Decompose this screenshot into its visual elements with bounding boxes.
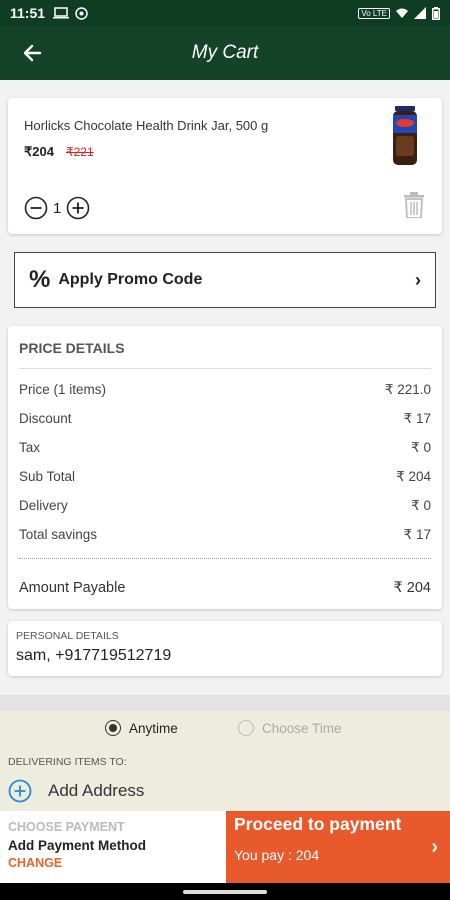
plus-icon[interactable] <box>66 196 90 220</box>
quantity-value: 1 <box>53 199 62 217</box>
price-row-value: ₹ 0 <box>411 440 431 455</box>
radio-anytime-label: Anytime <box>129 720 178 736</box>
dotted-divider <box>19 558 431 559</box>
delivering-items-label: DELIVERING ITEMS TO: <box>8 756 127 768</box>
promo-label: Apply Promo Code <box>58 271 203 288</box>
home-indicator[interactable] <box>183 890 267 894</box>
product-name[interactable]: Horlicks Chocolate Health Drink Jar, 500… <box>24 118 268 133</box>
add-address-label: Add Address <box>48 781 145 800</box>
chevron-right-icon: › <box>431 836 438 858</box>
plus-circle-icon <box>8 779 32 803</box>
radio-anytime[interactable]: Anytime <box>105 720 178 736</box>
minus-icon[interactable] <box>24 196 48 220</box>
personal-details-value: sam, +917719512719 <box>16 647 172 664</box>
status-bar: 11:51 Vo LTE <box>0 0 450 26</box>
product-price: ₹204 <box>24 144 54 159</box>
price-details-card: PRICE DETAILS Price (1 items) ₹ 221.0 Di… <box>8 326 442 609</box>
quantity-stepper: 1 <box>24 196 90 220</box>
price-row-label: Total savings <box>19 527 98 542</box>
price-row-value: ₹ 0 <box>411 498 431 513</box>
status-time: 11:51 <box>10 5 46 21</box>
checkout-bar: CHOOSE PAYMENT Add Payment Method CHANGE… <box>0 811 450 883</box>
product-mrp: ₹221 <box>66 145 94 159</box>
app-bar: My Cart <box>0 26 450 80</box>
percent-icon: % <box>29 266 51 293</box>
section-divider <box>0 695 450 711</box>
savings-row: Total savings ₹ 17 <box>19 527 431 543</box>
price-row-label: Sub Total <box>19 469 76 484</box>
amount-payable-row: Amount Payable ₹ 204 <box>19 580 431 596</box>
discount-row: Discount ₹ 17 <box>19 411 431 427</box>
choose-payment-label: CHOOSE PAYMENT <box>8 820 125 834</box>
proceed-label: Proceed to payment <box>234 814 402 834</box>
payment-method-panel[interactable]: CHOOSE PAYMENT Add Payment Method CHANGE <box>0 811 226 883</box>
back-button[interactable] <box>0 26 64 80</box>
network-type-badge: Vo LTE <box>358 7 390 19</box>
radio-choose-time[interactable]: Choose Time <box>238 720 342 736</box>
amount-payable-value: ₹ 204 <box>393 580 431 596</box>
radio-unselected-icon <box>238 720 254 736</box>
laptop-icon <box>53 7 70 19</box>
price-row-label: Price (1 items) <box>19 382 107 397</box>
price-row-label: Tax <box>19 440 41 455</box>
radio-choose-time-label: Choose Time <box>262 720 342 736</box>
price-details-heading: PRICE DETAILS <box>19 340 125 356</box>
product-image[interactable] <box>390 106 420 168</box>
cart-item-card: Horlicks Chocolate Health Drink Jar, 500… <box>8 98 442 234</box>
radio-selected-icon <box>105 720 121 736</box>
change-payment-link[interactable]: CHANGE <box>8 856 218 870</box>
price-row-value: ₹ 17 <box>403 527 431 542</box>
price-row: Price (1 items) ₹ 221.0 <box>19 382 431 398</box>
personal-details-label: PERSONAL DETAILS <box>16 630 119 642</box>
add-payment-method-label: Add Payment Method <box>8 838 147 853</box>
you-pay-label: You pay : 204 <box>234 847 320 863</box>
add-address-button[interactable]: Add Address <box>8 779 144 803</box>
vpn-icon <box>75 6 88 20</box>
battery-icon <box>432 6 440 20</box>
proceed-to-payment-button[interactable]: Proceed to payment You pay : 204 › <box>226 811 450 883</box>
delivery-row: Delivery ₹ 0 <box>19 498 431 514</box>
page-title: My Cart <box>191 42 259 63</box>
tax-row: Tax ₹ 0 <box>19 440 431 456</box>
personal-details-card[interactable]: PERSONAL DETAILS sam, +917719512719 <box>8 621 442 676</box>
amount-payable-label: Amount Payable <box>19 580 126 596</box>
delivery-section: Anytime Choose Time DELIVERING ITEMS TO:… <box>0 695 450 811</box>
price-row-label: Discount <box>19 411 72 426</box>
price-row-value: ₹ 204 <box>396 469 431 484</box>
chevron-right-icon: › <box>415 269 421 290</box>
price-row-value: ₹ 221.0 <box>384 382 431 397</box>
arrow-left-icon <box>23 44 42 62</box>
system-nav-bar <box>0 883 450 900</box>
wifi-icon <box>396 8 408 18</box>
trash-icon[interactable] <box>404 192 424 218</box>
divider <box>19 368 431 369</box>
apply-promo-button[interactable]: % Apply Promo Code › <box>14 252 436 308</box>
subtotal-row: Sub Total ₹ 204 <box>19 469 431 485</box>
price-row-value: ₹ 17 <box>403 411 431 426</box>
price-row-label: Delivery <box>19 498 68 513</box>
signal-icon <box>414 7 426 19</box>
